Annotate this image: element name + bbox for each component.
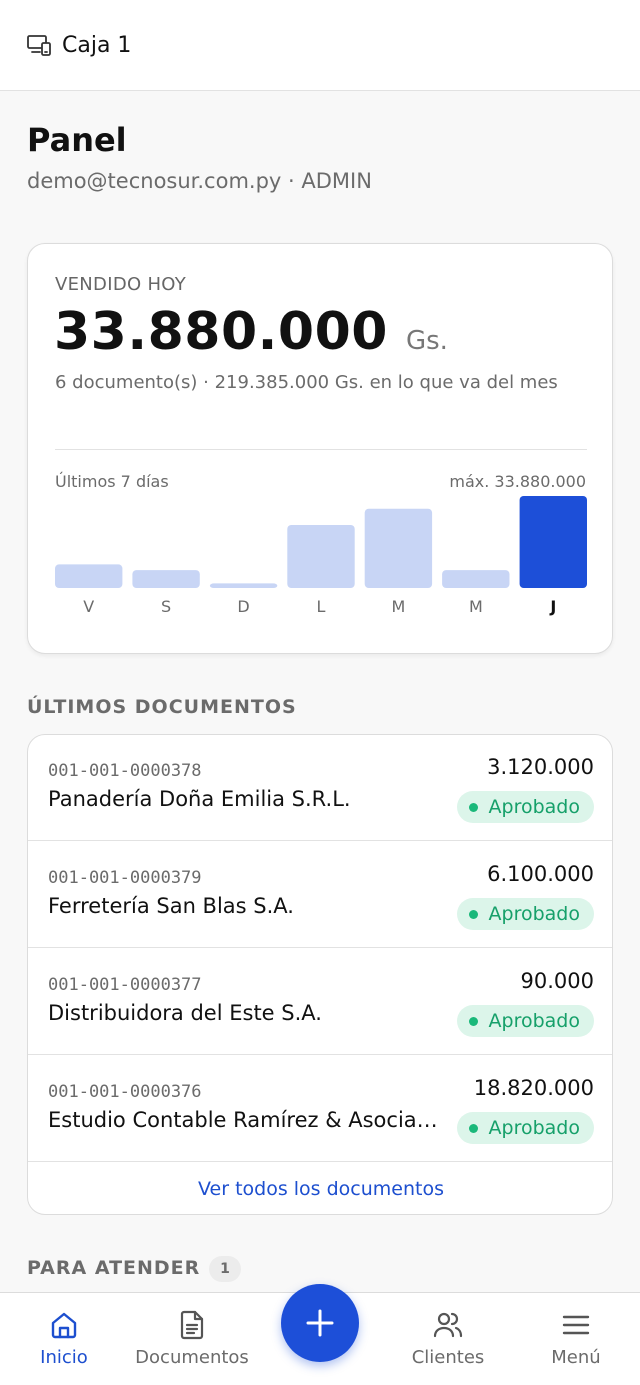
user-info: demo@tecnosur.com.py · ADMIN <box>27 169 372 193</box>
to-attend-count-badge: 1 <box>209 1256 241 1282</box>
divider <box>55 449 587 450</box>
sales-label: VENDIDO HOY <box>55 274 187 295</box>
to-attend-title: PARA ATENDER <box>27 1257 201 1279</box>
page-title: Panel <box>27 121 127 159</box>
status-label: Aprobado <box>488 796 580 818</box>
status-badge: Aprobado <box>456 1112 594 1144</box>
nav-label: Menú <box>551 1347 601 1368</box>
sales-amount: 33.880.000 Gs. <box>54 302 448 362</box>
table-row[interactable]: 001-001-0000379 Ferretería San Blas S.A.… <box>28 842 612 948</box>
chart-day-label: M <box>469 597 483 616</box>
chart-bar <box>442 570 510 588</box>
chart-bar <box>364 508 433 588</box>
document-client: Estudio Contable Ramírez & Asociados <box>48 1108 438 1132</box>
document-total: 18.820.000 <box>473 1076 594 1100</box>
chart-bar <box>287 525 355 588</box>
document-number: 001-001-0000377 <box>48 975 202 995</box>
document-number: 001-001-0000378 <box>48 761 202 781</box>
chart-bar <box>519 496 587 588</box>
status-label: Aprobado <box>488 903 580 925</box>
home-icon <box>51 1312 77 1339</box>
page-header: Panel demo@tecnosur.com.py · ADMIN <box>27 120 617 193</box>
table-row[interactable]: 001-001-0000377 Distribuidora del Este S… <box>28 949 612 1055</box>
latest-documents-list: 001-001-0000378 Panadería Doña Emilia S.… <box>27 734 613 1215</box>
status-dot-icon <box>468 802 478 812</box>
status-dot-icon <box>468 1123 478 1133</box>
document-total: 6.100.000 <box>487 862 594 886</box>
chart-max-label: máx. 33.880.000 <box>449 472 586 491</box>
table-row[interactable]: 001-001-0000378 Panadería Doña Emilia S.… <box>28 735 612 841</box>
see-all-documents-link[interactable]: Ver todos los documentos <box>28 1163 612 1214</box>
status-badge: Aprobado <box>456 1005 594 1037</box>
status-dot-icon <box>468 1016 478 1026</box>
sales-today-card: VENDIDO HOY 33.880.000 Gs. 6 documento(s… <box>27 243 613 654</box>
document-number: 001-001-0000376 <box>48 1082 202 1102</box>
status-label: Aprobado <box>488 1010 580 1032</box>
plus-icon <box>306 1309 334 1337</box>
document-total: 3.120.000 <box>487 755 594 779</box>
chart-caption: Últimos 7 días <box>55 472 169 491</box>
nav-label: Documentos <box>135 1347 249 1368</box>
status-badge: Aprobado <box>456 791 594 823</box>
document-client: Distribuidora del Este S.A. <box>48 1001 322 1025</box>
chart-day-label: S <box>161 597 171 616</box>
document-client: Ferretería San Blas S.A. <box>48 894 294 918</box>
table-row[interactable]: 001-001-0000376 Estudio Contable Ramírez… <box>28 1056 612 1162</box>
chart-bar <box>209 583 278 588</box>
status-dot-icon <box>468 909 478 919</box>
chart-day-label: V <box>83 597 94 616</box>
document-client: Panadería Doña Emilia S.R.L. <box>48 787 351 811</box>
nav-item-menu[interactable]: Menú <box>536 1293 616 1385</box>
chart-day-label: L <box>317 597 326 616</box>
nav-label: Inicio <box>40 1347 88 1368</box>
sales-amount-value: 33.880.000 <box>54 302 388 362</box>
nav-item-clientes[interactable]: Clientes <box>400 1293 496 1385</box>
register-title: Caja 1 <box>62 32 132 58</box>
chart-day-label: J <box>549 597 556 616</box>
sales-bar-chart: VSDLMMJ <box>55 496 587 616</box>
status-badge: Aprobado <box>456 898 594 930</box>
sales-currency: Gs. <box>405 326 448 356</box>
chart-bar <box>132 570 200 588</box>
status-label: Aprobado <box>488 1117 580 1139</box>
document-icon <box>180 1310 204 1340</box>
chart-bar <box>55 564 123 588</box>
chart-day-label: D <box>237 597 249 616</box>
document-number: 001-001-0000379 <box>48 868 202 888</box>
nav-item-inicio[interactable]: Inicio <box>24 1293 104 1385</box>
sales-detail: 6 documento(s) · 219.385.000 Gs. en lo q… <box>55 372 558 393</box>
top-bar: Caja 1 <box>0 0 640 91</box>
device-icon <box>26 32 52 58</box>
menu-icon <box>562 1315 590 1335</box>
users-icon <box>433 1312 463 1338</box>
new-document-button[interactable] <box>281 1284 359 1362</box>
document-total: 90.000 <box>520 969 594 993</box>
latest-documents-title: ÚLTIMOS DOCUMENTOS <box>27 696 297 718</box>
nav-item-documentos[interactable]: Documentos <box>132 1293 252 1385</box>
chart-day-label: M <box>391 597 405 616</box>
nav-label: Clientes <box>411 1347 485 1368</box>
